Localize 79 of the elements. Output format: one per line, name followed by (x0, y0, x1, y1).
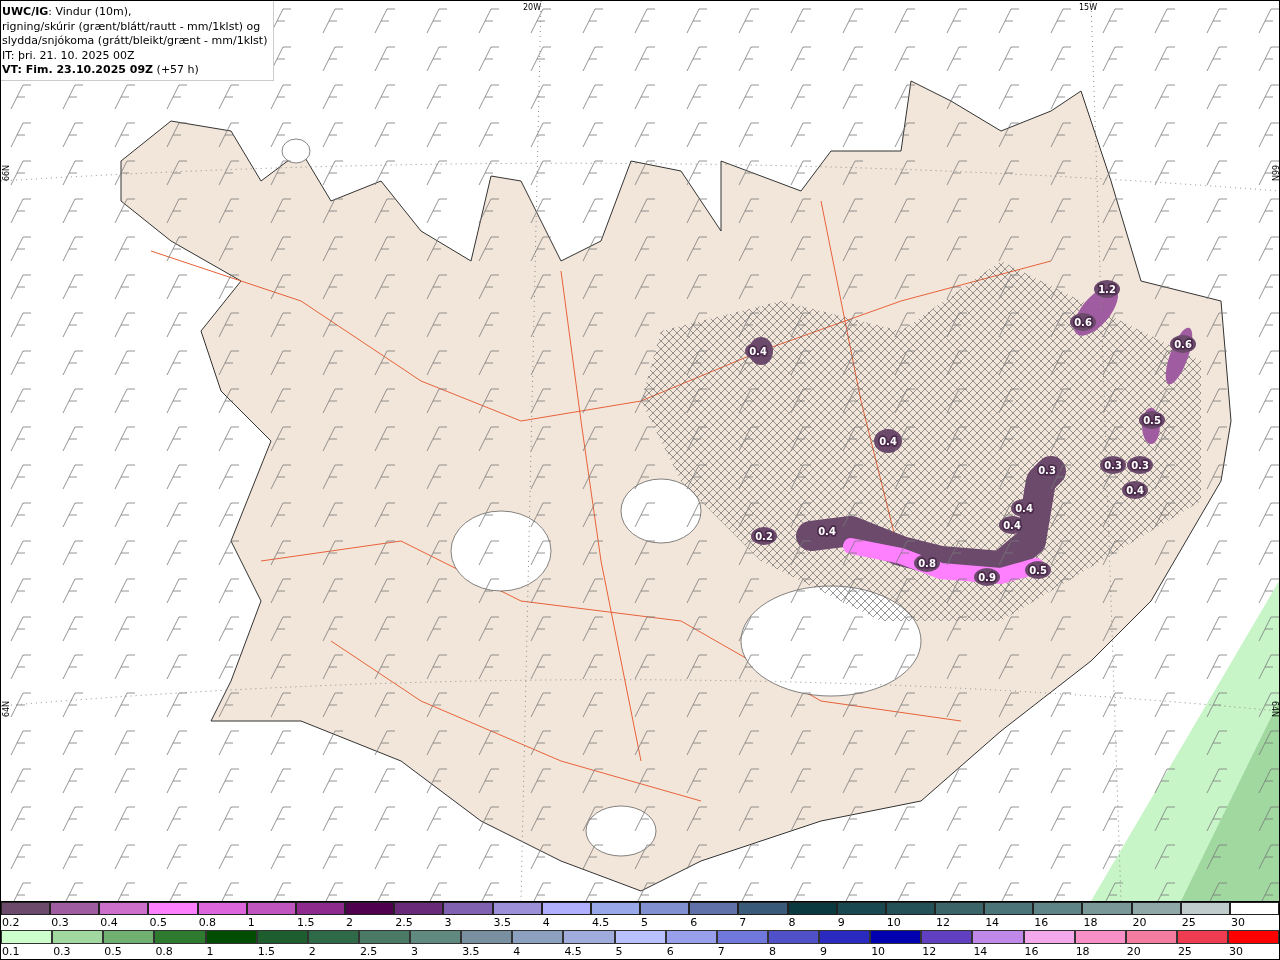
legend-label: 18 (1082, 915, 1099, 930)
legend-label: 7 (716, 944, 726, 959)
latitude-label: 66N (2, 164, 11, 182)
legend-label: 25 (1176, 944, 1193, 959)
legend-label: 4 (541, 915, 551, 930)
info-text: IT: þri. 21. 10. 2025 00Z (2, 48, 136, 63)
legend-label: 2.5 (394, 915, 414, 930)
legend-label: 9 (819, 944, 828, 959)
precip-value-label: 0.4 (1126, 485, 1144, 496)
legend-label: 30 (1229, 915, 1246, 930)
legend-label: 30 (1228, 944, 1244, 959)
legend-label: 3.5 (461, 944, 481, 959)
legend-label: 10 (870, 944, 887, 959)
legend-label: 0.4 (99, 915, 119, 930)
legend-label: 4.5 (563, 944, 583, 959)
legend-label: 0.3 (50, 915, 70, 930)
longitude-label: 15W (1078, 3, 1098, 12)
legend-label: 1.5 (256, 944, 277, 959)
legend-label: 0.2 (1, 915, 21, 930)
legend-label: 12 (934, 915, 951, 930)
legend-label: 18 (1074, 944, 1091, 959)
legend-label: 10 (885, 915, 902, 930)
info-text: slydda/snjókoma (grátt/bleikt/grænt - mm/1klst) (2, 34, 268, 49)
legend-label: 9 (836, 915, 846, 930)
legend-label: 5 (614, 944, 624, 959)
legend-label: 8 (767, 944, 777, 959)
legend-label: 5 (640, 915, 650, 930)
precip-value-label: 0.4 (1015, 503, 1033, 514)
legend-label: 20 (1131, 915, 1148, 930)
latitude-label: 66N (1270, 164, 1279, 182)
info-text: rigning/skúrir (grænt/blátt/rautt - mm/1klst) og (2, 19, 262, 34)
legend-label: 12 (921, 944, 938, 959)
precip-value-label: 0.6 (1174, 339, 1192, 350)
legend-label: 8 (787, 915, 797, 930)
info-text: VT: Fim. 23.10.2025 09Z (+57 h) (2, 63, 200, 78)
legend-label: 0.1 (1, 944, 21, 959)
precip-value-label: 0.3 (1131, 460, 1149, 471)
precip-value-label: 0.2 (755, 531, 773, 542)
precip-value-label: 0.4 (749, 346, 767, 357)
legend-label: 0.8 (197, 915, 218, 930)
precip-value-label: 1.2 (1098, 284, 1116, 295)
precip-value-label: 0.4 (879, 436, 897, 447)
latitude-label: 64N (1270, 700, 1279, 718)
legend-label: 7 (738, 915, 748, 930)
longitude-label: 20W (522, 3, 542, 12)
legend-label: 6 (689, 915, 699, 930)
legend-label: 0.5 (103, 944, 123, 959)
legend-label: 2 (307, 944, 317, 959)
legend-label: 14 (972, 944, 989, 959)
legend-label: 1.5 (295, 915, 316, 930)
legend-label: 4.5 (590, 915, 611, 930)
legend-label: 14 (984, 915, 1001, 930)
legend-label: 3 (410, 944, 419, 959)
legend-label: 2.5 (358, 944, 379, 959)
legend-label: 1 (246, 915, 256, 930)
precip-value-label: 0.3 (1104, 460, 1122, 471)
legend-label: 0.5 (148, 915, 168, 930)
legend-label: 3 (443, 915, 453, 930)
precip-value-label: 0.4 (818, 526, 836, 537)
precip-value-label: 0.3 (1038, 465, 1056, 476)
legend-label: 16 (1033, 915, 1050, 930)
legend-label: 6 (665, 944, 675, 959)
legend-label: 1 (205, 944, 215, 959)
precip-value-label: 0.5 (1143, 415, 1161, 426)
legend-label: 25 (1180, 915, 1197, 930)
legend-label: 0.8 (154, 944, 174, 959)
precip-value-label: 0.4 (1003, 520, 1021, 531)
legend-label: 16 (1023, 944, 1040, 959)
latitude-label: 64N (2, 700, 11, 718)
precip-value-label: 0.9 (978, 572, 996, 583)
legend-label: 0.3 (52, 944, 72, 959)
legend-label: 3.5 (492, 915, 513, 930)
precip-value-label: 0.8 (918, 558, 936, 569)
legend-label: 4 (512, 944, 522, 959)
info-text: UWC/IG: Vindur (10m), (2, 5, 133, 20)
precip-value-label: 0.5 (1029, 565, 1047, 576)
legend-label: 20 (1125, 944, 1142, 959)
precip-value-label: 0.6 (1074, 317, 1092, 328)
legend-label: 2 (345, 915, 355, 930)
